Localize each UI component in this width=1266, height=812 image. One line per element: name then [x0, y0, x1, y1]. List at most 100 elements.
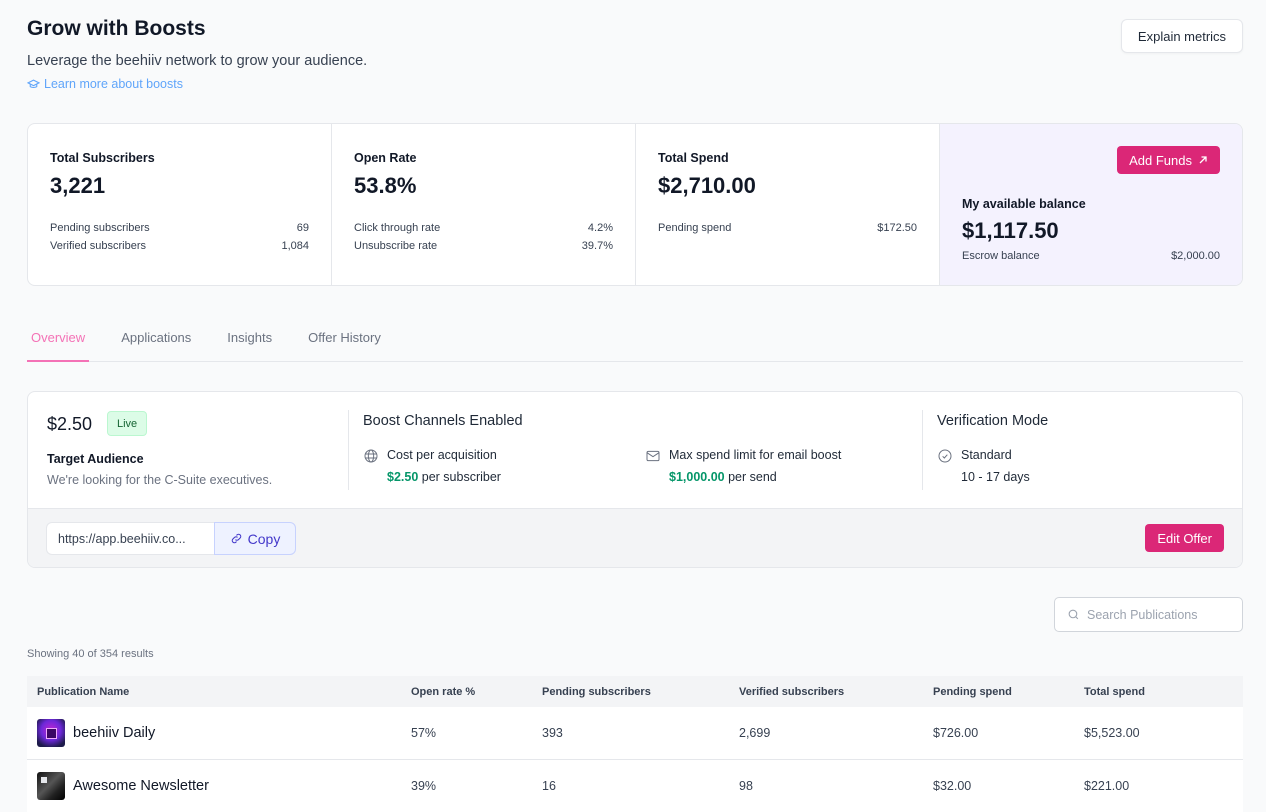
stat-row-escrow: Escrow balance $2,000.00: [962, 250, 1220, 262]
cell-publication: beehiiv Daily: [27, 719, 411, 747]
search-icon: [1068, 609, 1079, 620]
col-pending-subscribers[interactable]: Pending subscribers: [542, 686, 739, 698]
channel-email: Max spend limit for email boost $1,000.0…: [645, 447, 841, 488]
stat-value: 3,221: [50, 173, 106, 198]
stat-row-pending-spend: Pending spend $172.50: [658, 222, 917, 234]
tab-offer-history[interactable]: Offer History: [304, 320, 385, 362]
cell-pending-subscribers: 16: [542, 779, 556, 793]
offer-url-input[interactable]: [46, 522, 214, 555]
col-open-rate[interactable]: Open rate %: [411, 686, 542, 698]
stat-label: Total Spend: [658, 151, 729, 165]
stat-label: My available balance: [962, 197, 1086, 211]
stat-row-value: 4.2%: [587, 222, 613, 234]
col-verified-subscribers[interactable]: Verified subscribers: [739, 686, 933, 698]
verification-text: Standard 10 - 17 days: [961, 444, 1030, 488]
offer-price: $2.50: [47, 414, 93, 434]
page-title: Grow with Boosts: [27, 17, 206, 40]
divider: [348, 410, 349, 490]
page-subtitle: Leverage the beehiiv network to grow you…: [27, 53, 368, 69]
target-audience-label: Target Audience: [47, 452, 144, 466]
cell-total-spend: $221.00: [1084, 779, 1130, 793]
edit-offer-button[interactable]: Edit Offer: [1145, 524, 1224, 552]
stat-row-pending-subscribers: Pending subscribers 69: [50, 222, 309, 234]
stat-total-subscribers: Total Subscribers 3,221 Pending subscrib…: [28, 124, 332, 285]
target-audience-desc: We're looking for the C-Suite executives…: [47, 473, 273, 487]
cpa-unit: per subscriber: [421, 470, 501, 484]
stat-row-label: Pending subscribers: [50, 222, 150, 234]
stat-row-value: $172.50: [877, 222, 917, 234]
cell-pending-spend: $32.00: [933, 779, 972, 793]
avatar: [37, 719, 65, 747]
stat-row-value: $2,000.00: [1171, 250, 1220, 262]
offer-footer: Copy Edit Offer: [28, 508, 1242, 567]
check-circle-icon: [938, 449, 952, 463]
stat-row-click-through: Click through rate 4.2%: [354, 222, 613, 234]
col-publication-name[interactable]: Publication Name: [27, 686, 411, 698]
stat-value: $2,710.00: [658, 173, 756, 198]
channel-email-text: Max spend limit for email boost $1,000.0…: [669, 444, 841, 488]
cell-open-rate: 39%: [411, 779, 437, 793]
email-unit: per send: [728, 470, 777, 484]
stat-row-value: 1,084: [281, 240, 309, 252]
url-copy-group: Copy: [46, 522, 296, 555]
arrow-up-right-icon: [1199, 156, 1207, 164]
search-box: [1054, 597, 1243, 632]
avatar: [37, 772, 65, 800]
add-funds-label: Add Funds: [1129, 152, 1192, 168]
add-funds-button[interactable]: Add Funds: [1117, 146, 1220, 174]
verification-mode-label: Standard: [961, 448, 1012, 462]
tab-bar: Overview Applications Insights Offer His…: [27, 320, 1243, 362]
cpa-value: $2.50: [387, 470, 419, 484]
stat-row-label: Pending spend: [658, 222, 732, 234]
search-publications-input[interactable]: [1087, 607, 1227, 622]
channel-cpa: Cost per acquisition $2.50 per subscribe…: [363, 447, 501, 488]
link-icon: [231, 533, 241, 544]
divider: [922, 410, 923, 490]
tab-insights[interactable]: Insights: [223, 320, 276, 362]
stat-total-spend: Total Spend $2,710.00 Pending spend $172.…: [636, 124, 940, 285]
stat-row-verified-subscribers: Verified subscribers 1,084: [50, 240, 309, 252]
stat-row-label: Unsubscribe rate: [354, 240, 438, 252]
status-badge: Live: [107, 411, 148, 436]
mail-icon: [646, 450, 660, 462]
graduation-cap-icon: [27, 79, 40, 88]
copy-label: Copy: [247, 530, 281, 547]
cell-publication: Awesome Newsletter: [27, 772, 411, 800]
table-row[interactable]: beehiiv Daily 57% 393 2,699 $726.00 $5,5…: [27, 707, 1243, 760]
learn-more-label: Learn more about boosts: [44, 77, 183, 91]
cell-open-rate: 57%: [411, 726, 437, 740]
email-line: $1,000.00 per send: [669, 466, 841, 488]
tab-applications[interactable]: Applications: [117, 320, 195, 362]
stat-label: Total Subscribers: [50, 151, 155, 165]
cell-total-spend: $5,523.00: [1084, 726, 1140, 740]
verification-title: Verification Mode: [937, 413, 1049, 429]
stats-panel: Total Subscribers 3,221 Pending subscrib…: [27, 123, 1243, 286]
publications-table: Publication Name Open rate % Pending sub…: [27, 676, 1243, 812]
stat-row-value: 39.7%: [581, 240, 613, 252]
cpa-label: Cost per acquisition: [387, 448, 497, 462]
cell-verified-subscribers: 98: [739, 779, 753, 793]
stat-row-unsubscribe: Unsubscribe rate 39.7%: [354, 240, 613, 252]
cell-verified-subscribers: 2,699: [739, 726, 771, 740]
copy-button[interactable]: Copy: [214, 522, 296, 555]
table-row[interactable]: Awesome Newsletter 39% 16 98 $32.00 $221…: [27, 760, 1243, 812]
channel-cpa-text: Cost per acquisition $2.50 per subscribe…: [387, 444, 501, 488]
tab-overview[interactable]: Overview: [27, 320, 90, 362]
stat-row-label: Escrow balance: [962, 250, 1040, 262]
explain-metrics-button[interactable]: Explain metrics: [1121, 19, 1243, 53]
verification-mode: Standard 10 - 17 days: [937, 447, 1030, 488]
col-total-spend[interactable]: Total spend: [1084, 686, 1243, 698]
learn-more-link[interactable]: Learn more about boosts: [27, 77, 183, 91]
stat-row-label: Verified subscribers: [50, 240, 146, 252]
results-count: Showing 40 of 354 results: [27, 648, 154, 660]
boost-channels-title: Boost Channels Enabled: [363, 413, 523, 429]
col-pending-spend[interactable]: Pending spend: [933, 686, 1084, 698]
publication-name: beehiiv Daily: [73, 725, 156, 741]
cell-pending-subscribers: 393: [542, 726, 563, 740]
table-header: Publication Name Open rate % Pending sub…: [27, 676, 1243, 707]
stat-open-rate: Open Rate 53.8% Click through rate 4.2% U…: [332, 124, 636, 285]
cpa-line: $2.50 per subscriber: [387, 466, 501, 488]
cell-pending-spend: $726.00: [933, 726, 979, 740]
stat-label: Open Rate: [354, 151, 417, 165]
stat-value: 53.8%: [354, 173, 417, 198]
